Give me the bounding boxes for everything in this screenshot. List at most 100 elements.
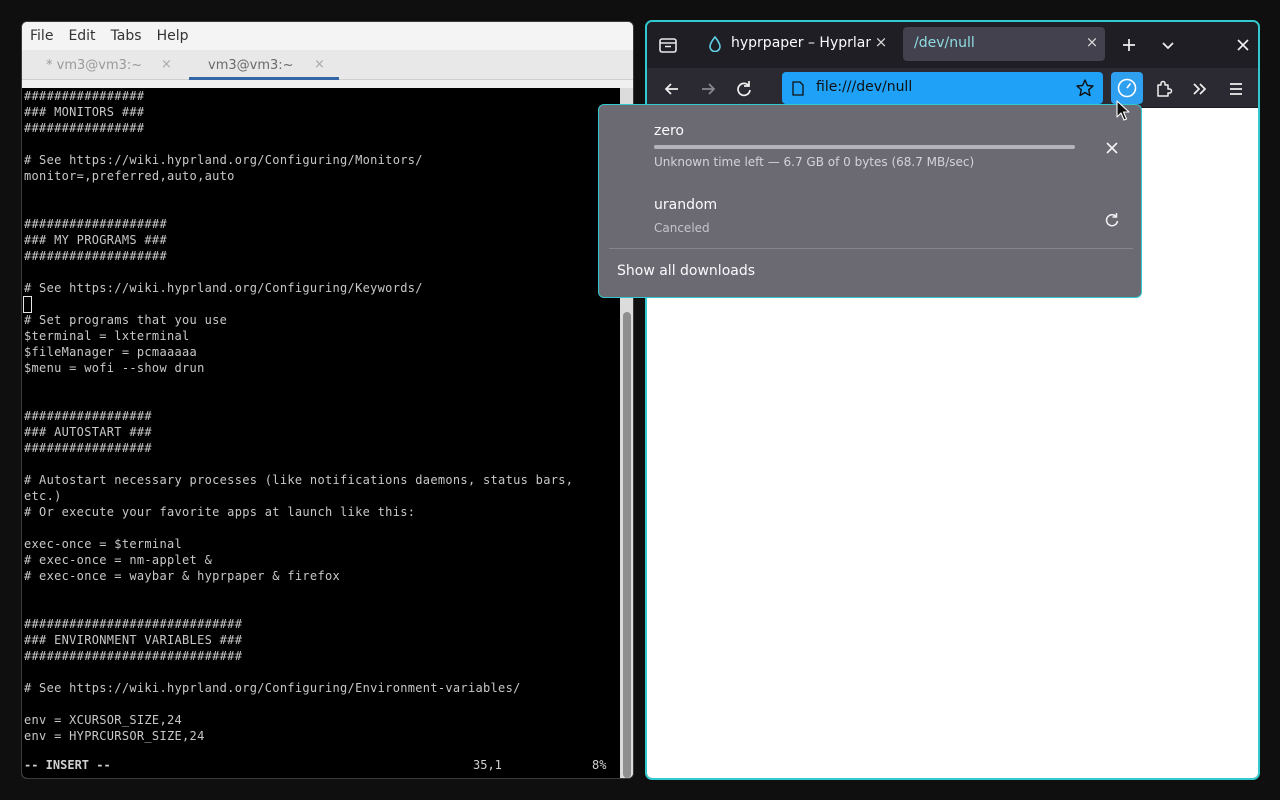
divider — [609, 248, 1133, 249]
url-bar[interactable]: file:///dev/null — [782, 72, 1103, 104]
chevron-down-icon — [1162, 42, 1174, 50]
terminal-window: File Edit Tabs Help * vm3@vm3:~ × vm3@vm… — [21, 21, 634, 779]
mouse-pointer-icon — [1116, 100, 1130, 121]
download-filename: zero — [654, 123, 684, 139]
url-text: file:///dev/null — [816, 79, 913, 95]
cursor-position: 35,1 — [473, 758, 502, 772]
scrollbar-thumb[interactable] — [623, 312, 631, 778]
window-close-button[interactable] — [1231, 33, 1255, 57]
downloads-panel: zero Unknown time left — 6.7 GB of 0 byt… — [598, 104, 1142, 298]
vim-mode: -- INSERT -- — [24, 758, 111, 772]
tab-overview-button[interactable] — [657, 35, 679, 55]
terminal-line: # Or execute your favorite apps at launc… — [24, 505, 416, 519]
close-icon — [1106, 142, 1118, 154]
arrow-left-icon — [664, 83, 678, 95]
hamburger-icon — [1230, 83, 1242, 95]
terminal-line: # Autostart necessary processes (like no… — [24, 473, 574, 487]
reload-button[interactable] — [730, 75, 758, 103]
terminal-line: # Set programs that you use — [24, 313, 228, 327]
close-icon[interactable]: × — [161, 57, 172, 72]
terminal-line: ############################# — [24, 617, 243, 631]
terminal-line: ################### — [24, 249, 167, 263]
terminal-menubar: File Edit Tabs Help — [22, 22, 633, 50]
terminal-tabbar: * vm3@vm3:~ × vm3@vm3:~ × — [22, 50, 633, 80]
terminal-line: ### MY PROGRAMS ### — [24, 233, 167, 247]
download-item-zero[interactable]: zero Unknown time left — 6.7 GB of 0 byt… — [599, 105, 1141, 177]
terminal-line: $fileManager = pcmaaaaa — [24, 345, 198, 359]
terminal-line: env = XCURSOR_SIZE,24 — [24, 713, 183, 727]
terminal-line: ### ENVIRONMENT VARIABLES ### — [24, 633, 243, 647]
terminal-line: # See https://wiki.hyprland.org/Configur… — [24, 681, 521, 695]
tab-overview-icon — [659, 38, 677, 53]
terminal-line: ################# — [24, 409, 152, 423]
back-button[interactable] — [658, 75, 686, 103]
menu-tabs[interactable]: Tabs — [111, 28, 142, 44]
star-icon[interactable] — [1075, 78, 1095, 98]
retry-icon — [1105, 213, 1119, 227]
menu-help[interactable]: Help — [157, 28, 189, 44]
terminal-tab-2[interactable]: vm3@vm3:~ × — [189, 50, 339, 80]
terminal-line: ################# — [24, 441, 152, 455]
terminal-line: env = HYPRCURSOR_SIZE,24 — [24, 729, 205, 743]
cancel-download-button[interactable] — [1101, 137, 1123, 159]
new-tab-button[interactable] — [1117, 33, 1141, 57]
show-all-downloads-link[interactable]: Show all downloads — [617, 263, 755, 279]
page-icon — [792, 81, 804, 96]
text-cursor — [23, 296, 32, 313]
download-progress-fill — [654, 145, 1075, 149]
close-icon[interactable]: × — [872, 33, 890, 51]
terminal-tab-label: * vm3@vm3:~ — [46, 58, 143, 73]
browser-tabbar: hyprpaper – Hyprland × /dev/null × — [647, 22, 1258, 68]
download-filename: urandom — [654, 197, 718, 213]
plus-icon — [1123, 39, 1135, 51]
terminal-line: ################ — [24, 89, 145, 103]
overflow-button[interactable] — [1186, 75, 1214, 103]
droplet-icon — [709, 36, 721, 52]
browser-tab-hyprpaper[interactable]: hyprpaper – Hyprland × — [699, 27, 891, 61]
terminal-text: ################ ### MONITORS ### ########… — [24, 88, 573, 744]
download-progress-bar — [654, 145, 1075, 149]
browser-tab-label: hyprpaper – Hyprland — [731, 35, 871, 51]
extensions-button[interactable] — [1150, 75, 1178, 103]
terminal-tab-1[interactable]: * vm3@vm3:~ × — [22, 50, 172, 80]
terminal-line: $terminal = lxterminal — [24, 329, 190, 343]
retry-download-button[interactable] — [1101, 209, 1123, 231]
terminal-line: ### MONITORS ### — [24, 105, 145, 119]
double-chevron-right-icon — [1193, 83, 1207, 95]
terminal-screen[interactable]: ################ ### MONITORS ### ########… — [22, 88, 620, 778]
arrow-right-icon — [702, 83, 716, 95]
terminal-tab-label: vm3@vm3:~ — [208, 58, 294, 73]
menu-edit[interactable]: Edit — [68, 28, 95, 44]
close-icon[interactable]: × — [314, 57, 325, 72]
scroll-percent: 8% — [592, 758, 607, 772]
terminal-line: ### AUTOSTART ### — [24, 425, 152, 439]
download-item-urandom[interactable]: urandom Canceled — [599, 183, 1141, 247]
browser-tab-label: /dev/null — [914, 35, 975, 51]
browser-tab-devnull[interactable]: /dev/null × — [903, 27, 1105, 61]
menu-file[interactable]: File — [30, 28, 53, 44]
tab-list-button[interactable] — [1156, 33, 1180, 57]
download-status: Canceled — [654, 221, 710, 235]
terminal-line: ################ — [24, 121, 145, 135]
reload-icon — [737, 81, 751, 97]
terminal-line: etc.) — [24, 489, 62, 503]
vim-statusline: -- INSERT -- 35,1 8% — [24, 758, 614, 774]
terminal-line: exec-once = $terminal — [24, 537, 183, 551]
forward-button[interactable] — [694, 75, 722, 103]
close-icon[interactable]: × — [1083, 33, 1101, 51]
app-menu-button[interactable] — [1222, 75, 1250, 103]
terminal-line: ################### — [24, 217, 167, 231]
